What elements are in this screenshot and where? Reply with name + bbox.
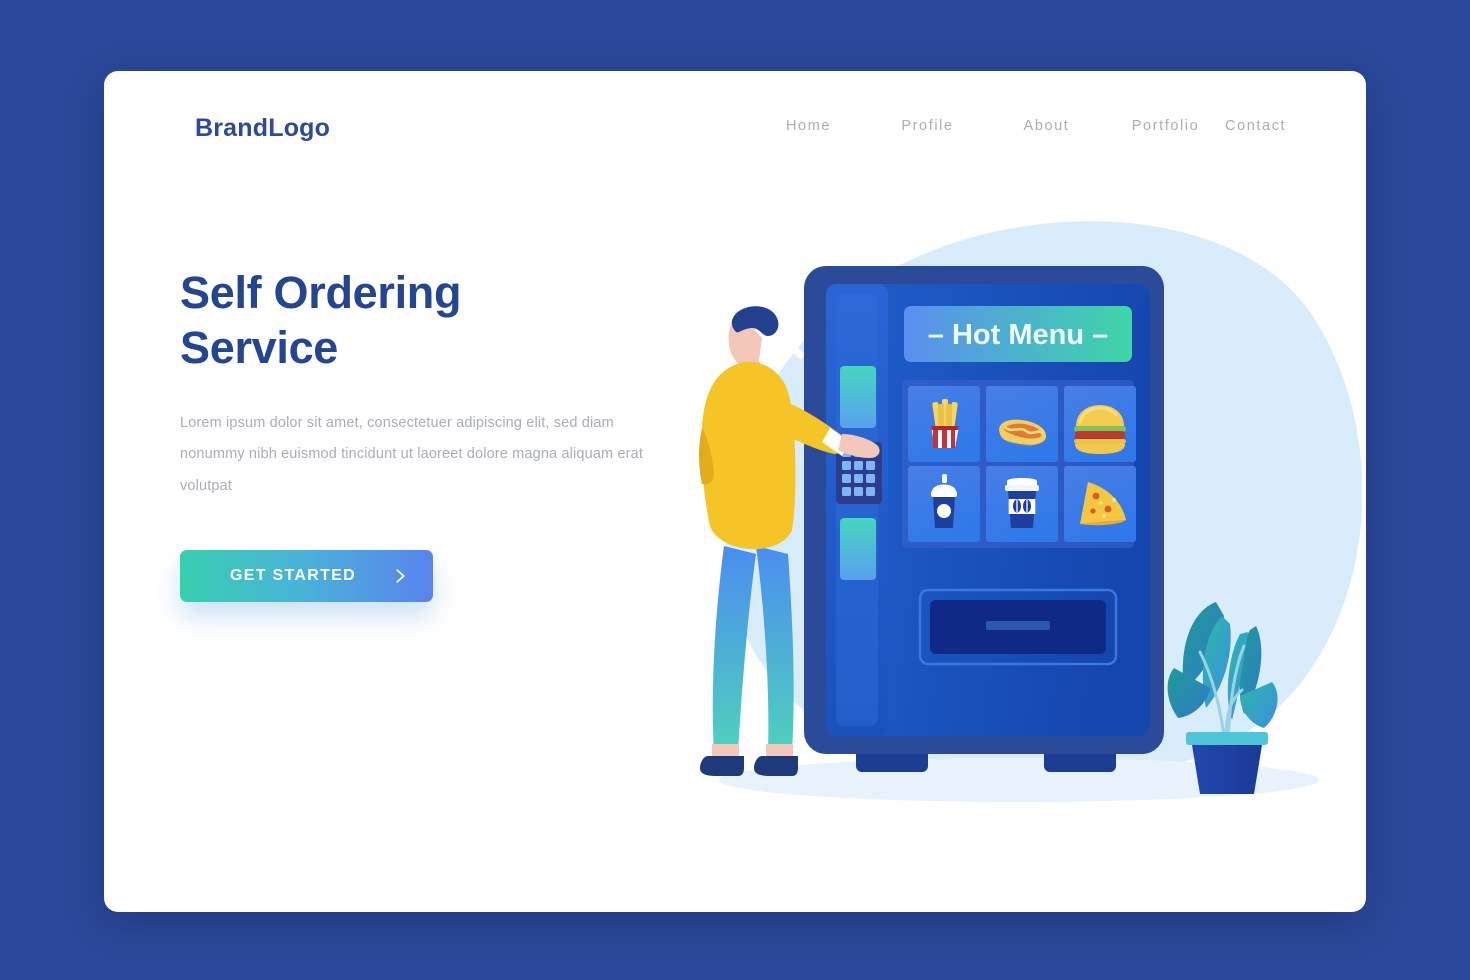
chevron-right-icon xyxy=(391,567,409,585)
dispenser-slot[interactable] xyxy=(918,588,1118,666)
nav-link-about[interactable]: About xyxy=(987,118,1106,134)
plant-pot xyxy=(1192,745,1262,794)
hero-description: Lorem ipsum dolor sit amet, consectetuer… xyxy=(180,414,644,494)
menu-cell-pizza[interactable] xyxy=(1064,466,1136,542)
page-title-line-2: Service xyxy=(180,321,339,373)
ankle-right xyxy=(766,744,793,758)
hot-menu-label: – Hot Menu – xyxy=(928,319,1108,351)
product-display-case xyxy=(902,380,1136,548)
hero-section: Self Ordering Service Lorem ipsum dolor … xyxy=(180,266,680,602)
ankle-left xyxy=(712,744,739,758)
nav-link-contact[interactable]: Contact xyxy=(1225,118,1286,134)
nav-link-home[interactable]: Home xyxy=(749,118,868,134)
page-title: Self Ordering Service xyxy=(180,266,520,376)
nav-link-profile[interactable]: Profile xyxy=(868,118,987,134)
sweater xyxy=(701,361,796,550)
menu-cell-french-fries[interactable] xyxy=(908,386,980,462)
menu-cell-smoothie[interactable] xyxy=(908,466,980,542)
landing-page-card: BrandLogo Home Profile About Portfolio C… xyxy=(104,71,1366,912)
get-started-button[interactable]: GET STARTED xyxy=(180,549,433,602)
main-navigation: Home Profile About Portfolio Contact xyxy=(749,118,1286,134)
hot-menu-banner: – Hot Menu – xyxy=(904,306,1132,362)
selector-panel-bottom xyxy=(840,518,876,580)
page-title-line-1: Self Ordering xyxy=(180,267,462,318)
menu-cell-hot-dog[interactable] xyxy=(986,386,1058,462)
menu-cell-burger[interactable] xyxy=(1064,386,1136,462)
shoe-right xyxy=(754,756,798,776)
self-ordering-vending-machine-illustration: – Hot Menu – xyxy=(664,166,1364,886)
selector-panel-top xyxy=(840,366,876,428)
menu-cell-coffee[interactable] xyxy=(986,466,1058,542)
plant-pot-rim xyxy=(1186,732,1268,745)
get-started-label: GET STARTED xyxy=(230,566,357,584)
nav-link-portfolio[interactable]: Portfolio xyxy=(1106,118,1225,134)
shoe-left xyxy=(700,756,744,776)
site-header: BrandLogo Home Profile About Portfolio C… xyxy=(104,71,1366,181)
vending-machine[interactable]: – Hot Menu – xyxy=(804,266,1164,772)
brand-logo[interactable]: BrandLogo xyxy=(195,114,330,143)
